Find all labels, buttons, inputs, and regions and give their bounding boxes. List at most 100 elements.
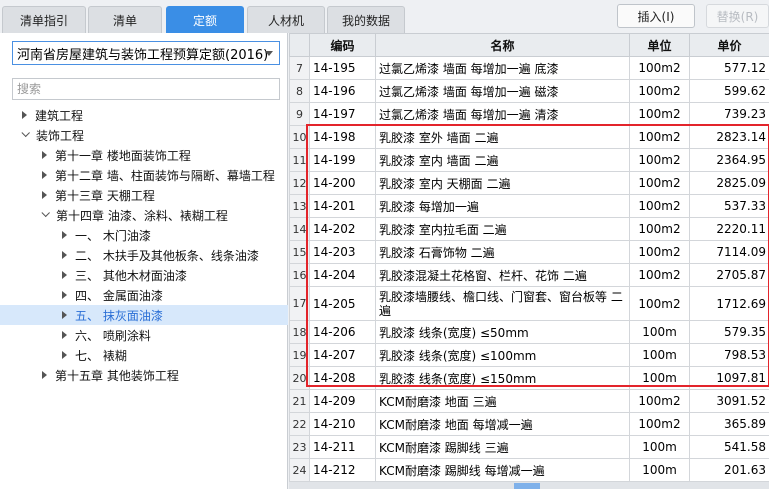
tree-node-label: 一、 木门油漆 — [75, 228, 151, 243]
collapsed-arrow-icon[interactable] — [42, 171, 47, 179]
horizontal-scrollbar[interactable] — [289, 482, 769, 489]
collapsed-arrow-icon[interactable] — [62, 331, 67, 339]
table-row[interactable]: 12 14-200 乳胶漆 室内 天棚面 二遍 100m2 2825.09 — [289, 171, 769, 195]
unit-cell: 100m2 — [629, 194, 690, 218]
unit-cell: 100m2 — [629, 217, 690, 241]
quota-table: 编码 名称 单位 单价 7 14-195 过氯乙烯漆 墙面 每增加一遍 底漆 100m… — [289, 33, 769, 482]
unit-cell: 100m2 — [629, 56, 690, 80]
table-row[interactable]: 20 14-208 乳胶漆 线条(宽度) ≤150mm 100m 1097.81 — [289, 366, 769, 390]
insert-button[interactable]: 插入(I) — [617, 4, 695, 28]
price-cell: 2823.14 — [689, 125, 769, 149]
collapsed-arrow-icon[interactable] — [62, 291, 67, 299]
quota-library-select[interactable]: 河南省房屋建筑与装饰工程预算定额(2016) — [12, 41, 280, 65]
name-cell: 乳胶漆墙腰线、檐口线、门窗套、窗台板等 二遍 — [375, 286, 630, 321]
tab-list-guide[interactable]: 清单指引 — [2, 6, 86, 33]
price-cell: 7114.09 — [689, 240, 769, 264]
price-cell: 579.35 — [689, 320, 769, 344]
collapsed-arrow-icon[interactable] — [62, 311, 67, 319]
table-row[interactable]: 23 14-211 KCM耐磨漆 踢脚线 三遍 100m 541.58 — [289, 435, 769, 459]
tree-node[interactable]: 第十二章 墙、柱面装饰与隔断、幕墙工程 — [0, 165, 288, 185]
code-cell: 14-203 — [309, 240, 376, 264]
table-row[interactable]: 16 14-204 乳胶漆混凝土花格窗、栏杆、花饰 二遍 100m2 2705.87 — [289, 263, 769, 287]
quota-table-panel: 编码 名称 单位 单价 7 14-195 过氯乙烯漆 墙面 每增加一遍 底漆 100m… — [289, 33, 769, 489]
tree-node[interactable]: 建筑工程 — [0, 105, 288, 125]
price-cell: 577.12 — [689, 56, 769, 80]
tab-labor-material-machine[interactable]: 人材机 — [247, 6, 325, 33]
collapsed-arrow-icon[interactable] — [62, 351, 67, 359]
name-cell: 乳胶漆 室内 墙面 二遍 — [375, 148, 630, 172]
price-cell: 798.53 — [689, 343, 769, 367]
table-row[interactable]: 10 14-198 乳胶漆 室外 墙面 二遍 100m2 2823.14 — [289, 125, 769, 149]
table-row[interactable]: 14 14-202 乳胶漆 室内拉毛面 二遍 100m2 2220.11 — [289, 217, 769, 241]
collapsed-arrow-icon[interactable] — [62, 251, 67, 259]
tree-node[interactable]: 三、 其他木材面油漆 — [0, 265, 288, 285]
tree-node[interactable]: 第十三章 天棚工程 — [0, 185, 288, 205]
tab-my-data[interactable]: 我的数据 — [327, 6, 405, 33]
collapsed-arrow-icon[interactable] — [42, 371, 47, 379]
tree-node[interactable]: 四、 金属面油漆 — [0, 285, 288, 305]
replace-button[interactable]: 替换(R) — [706, 4, 769, 28]
quota-library-value: 河南省房屋建筑与装饰工程预算定额(2016) — [17, 47, 269, 63]
tree-node-label: 三、 其他木材面油漆 — [75, 268, 187, 283]
tree-node-selected[interactable]: 五、 抹灰面油漆 — [0, 305, 288, 325]
collapsed-arrow-icon[interactable] — [42, 151, 47, 159]
tree-node[interactable]: 六、 喷刷涂料 — [0, 325, 288, 345]
unit-cell: 100m2 — [629, 263, 690, 287]
unit-cell: 100m2 — [629, 286, 690, 321]
table-row[interactable]: 22 14-210 KCM耐磨漆 地面 每增减一遍 100m2 365.89 — [289, 412, 769, 436]
collapsed-arrow-icon[interactable] — [62, 271, 67, 279]
name-header[interactable]: 名称 — [375, 33, 630, 57]
code-header[interactable]: 编码 — [309, 33, 376, 57]
table-row[interactable]: 13 14-201 乳胶漆 每增加一遍 100m2 537.33 — [289, 194, 769, 218]
price-cell: 599.62 — [689, 79, 769, 103]
tab-bill[interactable]: 清单 — [88, 6, 162, 33]
left-panel: 河南省房屋建筑与装饰工程预算定额(2016) 建筑工程装饰工程第十一章 楼地面装… — [0, 33, 288, 489]
row-number: 17 — [289, 286, 310, 321]
collapsed-arrow-icon[interactable] — [62, 231, 67, 239]
price-cell: 201.63 — [689, 458, 769, 482]
row-number: 14 — [289, 217, 310, 241]
table-row[interactable]: 24 14-212 KCM耐磨漆 踢脚线 每增减一遍 100m 201.63 — [289, 458, 769, 482]
row-number: 12 — [289, 171, 310, 195]
row-number: 16 — [289, 263, 310, 287]
code-cell: 14-210 — [309, 412, 376, 436]
row-number: 9 — [289, 102, 310, 126]
name-cell: KCM耐磨漆 踢脚线 三遍 — [375, 435, 630, 459]
table-row[interactable]: 18 14-206 乳胶漆 线条(宽度) ≤50mm 100m 579.35 — [289, 320, 769, 344]
tree-node[interactable]: 二、 木扶手及其他板条、线条油漆 — [0, 245, 288, 265]
name-cell: 乳胶漆 室内 天棚面 二遍 — [375, 171, 630, 195]
unit-cell: 100m2 — [629, 389, 690, 413]
tree-node[interactable]: 第十一章 楼地面装饰工程 — [0, 145, 288, 165]
table-row[interactable]: 9 14-197 过氯乙烯漆 墙面 每增加一遍 清漆 100m2 739.23 — [289, 102, 769, 126]
tree-node[interactable]: 一、 木门油漆 — [0, 225, 288, 245]
top-toolbar: 清单指引 清单 定额 人材机 我的数据 插入(I) 替换(R) — [0, 0, 769, 33]
table-row[interactable]: 11 14-199 乳胶漆 室内 墙面 二遍 100m2 2364.95 — [289, 148, 769, 172]
name-cell: 乳胶漆 室内拉毛面 二遍 — [375, 217, 630, 241]
code-cell: 14-206 — [309, 320, 376, 344]
price-cell: 2220.11 — [689, 217, 769, 241]
table-row[interactable]: 15 14-203 乳胶漆 石膏饰物 二遍 100m2 7114.09 — [289, 240, 769, 264]
scrollbar-thumb[interactable] — [514, 483, 540, 489]
tree-node[interactable]: 第十四章 油漆、涂料、裱糊工程 — [0, 205, 288, 225]
search-input[interactable] — [12, 78, 280, 100]
table-row[interactable]: 21 14-209 KCM耐磨漆 地面 三遍 100m2 3091.52 — [289, 389, 769, 413]
table-row[interactable]: 19 14-207 乳胶漆 线条(宽度) ≤100mm 100m 798.53 — [289, 343, 769, 367]
expanded-arrow-icon[interactable] — [21, 128, 30, 138]
row-number: 24 — [289, 458, 310, 482]
tree-node[interactable]: 装饰工程 — [0, 125, 288, 145]
tree-node[interactable]: 第十五章 其他装饰工程 — [0, 365, 288, 385]
tree-node-label: 二、 木扶手及其他板条、线条油漆 — [75, 248, 259, 263]
tree-node[interactable]: 七、 裱糊 — [0, 345, 288, 365]
expanded-arrow-icon[interactable] — [41, 208, 50, 218]
table-row[interactable]: 17 14-205 乳胶漆墙腰线、檐口线、门窗套、窗台板等 二遍 100m2 1712.… — [289, 286, 769, 321]
collapsed-arrow-icon[interactable] — [42, 191, 47, 199]
table-row[interactable]: 8 14-196 过氯乙烯漆 墙面 每增加一遍 磁漆 100m2 599.62 — [289, 79, 769, 103]
tree-node-label: 五、 抹灰面油漆 — [75, 308, 163, 323]
unit-header[interactable]: 单位 — [629, 33, 690, 57]
price-header[interactable]: 单价 — [689, 33, 769, 57]
price-cell: 3091.52 — [689, 389, 769, 413]
collapsed-arrow-icon[interactable] — [22, 111, 27, 119]
tab-quota[interactable]: 定额 — [166, 6, 244, 33]
chevron-down-icon[interactable] — [265, 51, 273, 56]
table-row[interactable]: 7 14-195 过氯乙烯漆 墙面 每增加一遍 底漆 100m2 577.12 — [289, 56, 769, 80]
